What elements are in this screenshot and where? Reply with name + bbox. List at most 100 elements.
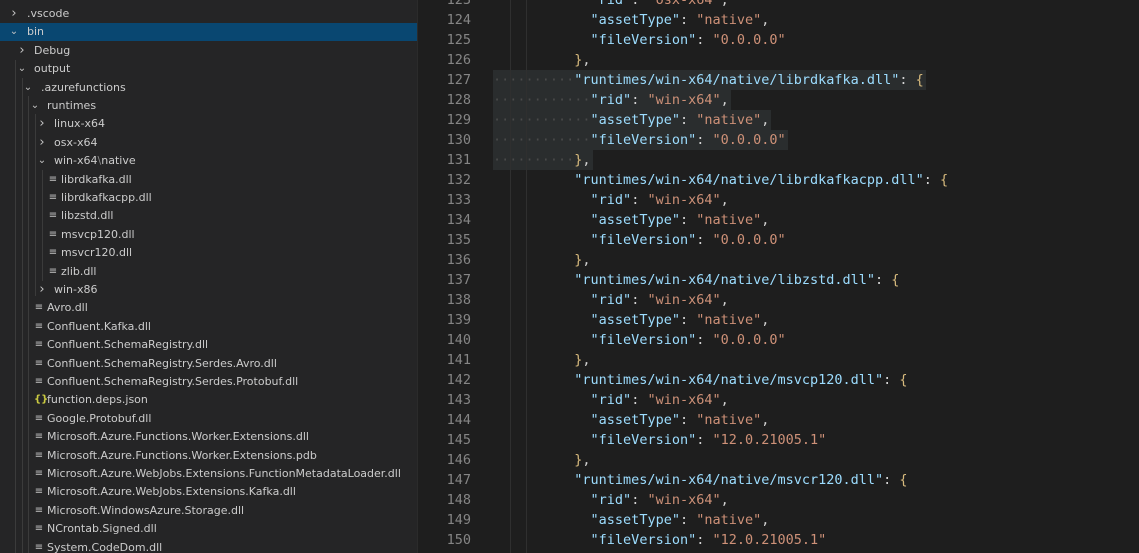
explorer-folder-item[interactable]: ⌄ bin xyxy=(0,23,417,42)
explorer-item-name: win-x86 xyxy=(54,283,98,296)
line-number: 148 xyxy=(446,492,471,508)
explorer-sidebar: › .vscode ⌄ bin › Debug ⌄ output ⌄ .azurefunction… xyxy=(0,0,417,553)
chevron-down-icon[interactable]: ⌄ xyxy=(22,79,34,97)
explorer-file-item[interactable]: ≡ libzstd.dll xyxy=(0,207,417,225)
open-brace: { xyxy=(915,72,924,88)
explorer-item-name: librdkafkacpp.dll xyxy=(61,191,152,204)
explorer-item-label: NCrontab.Signed.dll xyxy=(47,520,157,538)
explorer-item-name: Debug xyxy=(34,43,71,57)
line-number: 139 xyxy=(446,312,471,328)
explorer-item-name: Microsoft.Azure.Functions.Worker.Extensi… xyxy=(47,448,317,462)
explorer-folder-item[interactable]: ⌄ output xyxy=(0,60,417,78)
colon: : xyxy=(679,312,697,328)
explorer-item-label: Microsoft.Azure.Functions.Worker.Extensi… xyxy=(47,447,317,465)
explorer-item-name: Confluent.Kafka.dll xyxy=(47,319,151,333)
json-key: "assetType" xyxy=(590,412,680,428)
chevron-down-icon[interactable]: ⌄ xyxy=(8,23,20,41)
explorer-folder-item[interactable]: › osx-x64 xyxy=(0,134,417,152)
file-icon: ≡ xyxy=(48,265,58,277)
json-value: "win-x64" xyxy=(647,492,721,508)
chevron-right-icon[interactable]: › xyxy=(36,115,48,133)
explorer-folder-item[interactable]: ⌄ runtimes xyxy=(0,97,417,115)
explorer-file-item[interactable]: ≡ librdkafka.dll xyxy=(0,171,417,189)
explorer-item-label: libzstd.dll xyxy=(61,207,114,225)
line-number: 129 xyxy=(446,112,471,128)
explorer-file-item[interactable]: ≡ Microsoft.Azure.Functions.Worker.Extens… xyxy=(0,428,417,446)
explorer-file-item[interactable]: ≡ NCrontab.Signed.dll xyxy=(0,520,417,538)
explorer-item-name: Confluent.SchemaRegistry.Serdes.Avro.dll xyxy=(47,356,277,370)
explorer-file-item[interactable]: ≡ Avro.dll xyxy=(0,299,417,317)
explorer-file-item[interactable]: {} function.deps.json xyxy=(0,391,417,409)
json-value: "0.0.0.0" xyxy=(712,132,786,148)
explorer-item-label: Confluent.Kafka.dll xyxy=(47,318,151,336)
file-icon: ≡ xyxy=(34,376,44,387)
colon: : xyxy=(679,412,697,428)
colon: : xyxy=(883,372,900,388)
comma: , xyxy=(720,392,729,408)
code-content: "assetType": "native", xyxy=(493,410,770,430)
explorer-file-item[interactable]: ≡ Microsoft.WindowsAzure.Storage.dll xyxy=(0,502,417,520)
json-value: "win-x64" xyxy=(647,92,721,108)
explorer-folder-item[interactable]: › linux-x64 xyxy=(0,115,417,133)
explorer-folder-item[interactable]: › win-x86 xyxy=(0,281,417,299)
chevron-right-icon[interactable]: › xyxy=(36,281,48,299)
explorer-file-item[interactable]: ≡ Confluent.SchemaRegistry.Serdes.Avro.dl… xyxy=(0,355,417,373)
code-content: "assetType": "native", xyxy=(493,10,770,30)
explorer-folder-item[interactable]: ⌄ .azurefunctions xyxy=(0,79,417,97)
json-key: "rid" xyxy=(590,192,632,208)
explorer-folder-item[interactable]: › Debug xyxy=(0,42,417,60)
explorer-file-item[interactable]: ≡ librdkafkacpp.dll xyxy=(0,189,417,207)
explorer-file-item[interactable]: ≡ System.CodeDom.dll xyxy=(0,539,417,553)
code-content: "fileVersion": "12.0.21005.1" xyxy=(493,530,827,550)
json-key: "runtimes/win-x64/native/librdkafkacpp.d… xyxy=(574,172,924,188)
code-content: }, xyxy=(493,450,590,470)
whitespace-dots: ············ xyxy=(493,92,591,108)
line-number: 142 xyxy=(446,372,471,388)
comma: , xyxy=(720,292,729,308)
explorer-file-item[interactable]: ≡ zlib.dll xyxy=(0,263,417,281)
explorer-file-item[interactable]: ≡ Microsoft.Azure.WebJobs.Extensions.Kafk… xyxy=(0,483,417,501)
explorer-item-label: .azurefunctions xyxy=(41,79,126,97)
line-number: 144 xyxy=(446,412,471,428)
explorer-folder-item[interactable]: ⌄ win-x64\native xyxy=(0,152,417,170)
explorer-file-item[interactable]: ≡ Confluent.Kafka.dll xyxy=(0,318,417,336)
code-editor[interactable]: 123 "rid": "osx-x64", 124 "assetType": "n… xyxy=(418,0,1139,553)
explorer-item-label: Microsoft.WindowsAzure.Storage.dll xyxy=(47,502,244,520)
explorer-item-name: Microsoft.Azure.WebJobs.Extensions.Kafka… xyxy=(47,485,296,499)
file-icon: ≡ xyxy=(48,228,58,240)
chevron-right-icon[interactable]: › xyxy=(36,134,48,152)
tree-indent-guide xyxy=(15,60,16,553)
explorer-file-item[interactable]: ≡ msvcp120.dll xyxy=(0,226,417,244)
explorer-file-item[interactable]: ≡ Confluent.SchemaRegistry.dll xyxy=(0,336,417,354)
tree-indent-guide xyxy=(28,96,29,553)
code-content: "rid": "win-x64", xyxy=(493,290,729,310)
chevron-down-icon[interactable]: ⌄ xyxy=(29,97,41,115)
code-content: "runtimes/win-x64/native/msvcr120.dll": … xyxy=(493,470,907,490)
comma: , xyxy=(761,12,770,28)
colon: : xyxy=(899,72,916,88)
chevron-down-icon[interactable]: ⌄ xyxy=(16,60,28,78)
explorer-folder-item[interactable]: › .vscode xyxy=(0,5,417,23)
chevron-right-icon[interactable]: › xyxy=(16,42,28,60)
json-value: "osx-x64" xyxy=(647,0,721,8)
explorer-file-item[interactable]: ≡ Confluent.SchemaRegistry.Serdes.Protobu… xyxy=(0,373,417,391)
explorer-file-item[interactable]: ≡ msvcr120.dll xyxy=(0,244,417,262)
explorer-item-label: bin xyxy=(27,23,44,41)
chevron-right-icon[interactable]: › xyxy=(8,5,20,23)
open-brace: { xyxy=(891,272,900,288)
explorer-file-item[interactable]: ≡ Microsoft.Azure.Functions.Worker.Extens… xyxy=(0,447,417,465)
code-content: "runtimes/win-x64/native/msvcp120.dll": … xyxy=(493,370,907,390)
explorer-file-item[interactable]: ≡ Google.Protobuf.dll xyxy=(0,410,417,428)
explorer-item-label: msvcr120.dll xyxy=(61,244,132,262)
chevron-down-icon[interactable]: ⌄ xyxy=(36,152,48,170)
line-number: 131 xyxy=(446,152,471,168)
explorer-item-name: Microsoft.Azure.WebJobs.Extensions.Funct… xyxy=(47,467,401,480)
json-value: "native" xyxy=(696,312,762,328)
explorer-file-item[interactable]: ≡ Microsoft.Azure.WebJobs.Extensions.Func… xyxy=(0,465,417,483)
file-icon: ≡ xyxy=(34,468,44,479)
